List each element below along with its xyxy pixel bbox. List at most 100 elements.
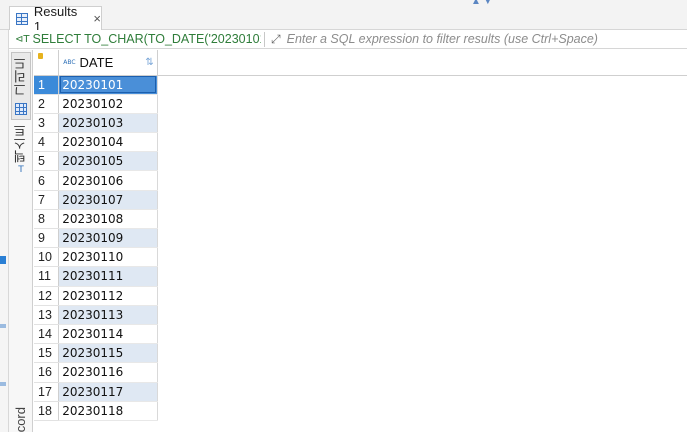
tab-text-view[interactable]: 텍스트 T [11, 124, 31, 184]
row-filler [157, 382, 687, 402]
collapse-arrows-icon[interactable]: ▲▼ [471, 0, 495, 7]
table-row[interactable]: 15 20230115 [34, 343, 687, 364]
gutter-marker [0, 324, 6, 328]
table-row[interactable]: 6 20230106 [34, 170, 687, 191]
row-filler [157, 190, 687, 210]
row-filler [157, 362, 687, 382]
date-cell[interactable]: 20230117 [58, 382, 158, 402]
date-cell[interactable]: 20230104 [58, 132, 158, 153]
table-row[interactable]: 4 20230104 [34, 132, 687, 153]
table-row[interactable]: 16 20230116 [34, 362, 687, 383]
row-filler [157, 401, 687, 421]
row-number[interactable]: 5 [34, 151, 60, 172]
gutter-marker [0, 382, 6, 386]
row-filler [157, 75, 687, 95]
row-filler [157, 151, 687, 171]
table-row[interactable]: 10 20230110 [34, 247, 687, 268]
filter-bar: ⊲T SELECT TO_CHAR(TO_DATE('20230101', ⤢ [9, 30, 687, 49]
date-cell[interactable]: 20230109 [58, 228, 158, 249]
row-number[interactable]: 14 [34, 324, 60, 345]
row-number[interactable]: 4 [34, 132, 60, 153]
tab-grid-view[interactable]: 그리드 [11, 52, 31, 120]
grid-view-icon [15, 103, 27, 115]
date-cell[interactable]: 20230103 [58, 113, 158, 134]
sql-query-text[interactable]: SELECT TO_CHAR(TO_DATE('20230101', [33, 32, 262, 46]
table-row[interactable]: 9 20230109 [34, 228, 687, 249]
row-number[interactable]: 13 [34, 305, 60, 325]
row-filler [157, 266, 687, 287]
column-header-date[interactable]: ABC DATE ⇅ [58, 50, 158, 76]
row-number[interactable]: 18 [34, 401, 60, 421]
row-number[interactable]: 11 [34, 266, 60, 287]
row-number[interactable]: 17 [34, 382, 60, 402]
table-row[interactable]: 5 20230105 [34, 151, 687, 172]
gutter-marker [0, 256, 6, 264]
results-grid: ABC DATE ⇅ 1 20230101 2 20230102 3 20230103 4 20… [34, 50, 687, 421]
results-grid-icon [16, 12, 28, 25]
date-cell[interactable]: 20230114 [58, 324, 158, 345]
row-filler [157, 247, 687, 267]
row-number[interactable]: 16 [34, 362, 60, 383]
grid-body: 1 20230101 2 20230102 3 20230103 4 20230104 5 202… [34, 75, 687, 421]
row-filler [157, 132, 687, 152]
filter-input[interactable] [286, 32, 687, 46]
date-cell[interactable]: 20230101 [58, 75, 158, 95]
view-mode-panel: 그리드 텍스트 T cord [9, 50, 33, 432]
tab-label: Results 1 [33, 3, 78, 34]
row-filler [157, 343, 687, 363]
table-row[interactable]: 14 20230114 [34, 324, 687, 345]
date-cell[interactable]: 20230102 [58, 94, 158, 114]
row-filler [157, 324, 687, 344]
row-number[interactable]: 9 [34, 228, 60, 249]
date-cell[interactable]: 20230107 [58, 190, 158, 210]
date-cell[interactable]: 20230115 [58, 343, 158, 364]
row-filler [157, 286, 687, 306]
row-filler [157, 170, 687, 191]
table-row[interactable]: 18 20230118 [34, 401, 687, 421]
date-cell[interactable]: 20230112 [58, 286, 158, 306]
separator [264, 31, 265, 47]
row-number[interactable]: 2 [34, 94, 60, 114]
table-row[interactable]: 1 20230101 [34, 75, 687, 95]
row-number[interactable]: 6 [34, 170, 60, 191]
table-row[interactable]: 12 20230112 [34, 286, 687, 306]
row-number[interactable]: 15 [34, 343, 60, 364]
sql-query-icon: ⊲T [15, 33, 30, 45]
table-row[interactable]: 8 20230108 [34, 209, 687, 230]
header-row: ABC DATE ⇅ [34, 50, 687, 76]
row-number[interactable]: 8 [34, 209, 60, 230]
tab-results-1[interactable]: Results 1 × [9, 4, 102, 34]
record-view-label[interactable]: cord [13, 407, 28, 432]
table-row[interactable]: 3 20230103 [34, 113, 687, 134]
table-row[interactable]: 17 20230117 [34, 382, 687, 402]
row-number[interactable]: 3 [34, 113, 60, 134]
row-filler [157, 113, 687, 133]
date-cell[interactable]: 20230111 [58, 266, 158, 287]
row-filler [157, 228, 687, 248]
date-cell[interactable]: 20230110 [58, 247, 158, 268]
row-number[interactable]: 1 [34, 75, 60, 95]
date-cell[interactable]: 20230118 [58, 401, 158, 421]
date-cell[interactable]: 20230108 [58, 209, 158, 230]
row-number[interactable]: 10 [34, 247, 60, 268]
table-row[interactable]: 13 20230113 [34, 305, 687, 325]
close-tab-icon[interactable]: × [93, 11, 101, 26]
sort-icon[interactable]: ⇅ [145, 57, 153, 68]
results-table: ABC DATE ⇅ 1 20230101 2 20230102 3 20230103 4 20… [34, 50, 687, 421]
row-number[interactable]: 12 [34, 286, 60, 306]
table-row[interactable]: 11 20230111 [34, 266, 687, 287]
date-cell[interactable]: 20230116 [58, 362, 158, 383]
string-type-icon: ABC [63, 58, 76, 66]
table-row[interactable]: 7 20230107 [34, 190, 687, 210]
expand-filter-icon[interactable]: ⤢ [271, 32, 281, 47]
left-gutter [0, 30, 9, 432]
row-number[interactable]: 7 [34, 190, 60, 210]
row-filler [157, 94, 687, 114]
grid-corner[interactable] [34, 50, 60, 76]
key-icon [38, 53, 43, 59]
grid-view-label: 그리드 [13, 57, 29, 96]
date-cell[interactable]: 20230106 [58, 170, 158, 191]
table-row[interactable]: 2 20230102 [34, 94, 687, 114]
date-cell[interactable]: 20230105 [58, 151, 158, 172]
date-cell[interactable]: 20230113 [58, 305, 158, 325]
